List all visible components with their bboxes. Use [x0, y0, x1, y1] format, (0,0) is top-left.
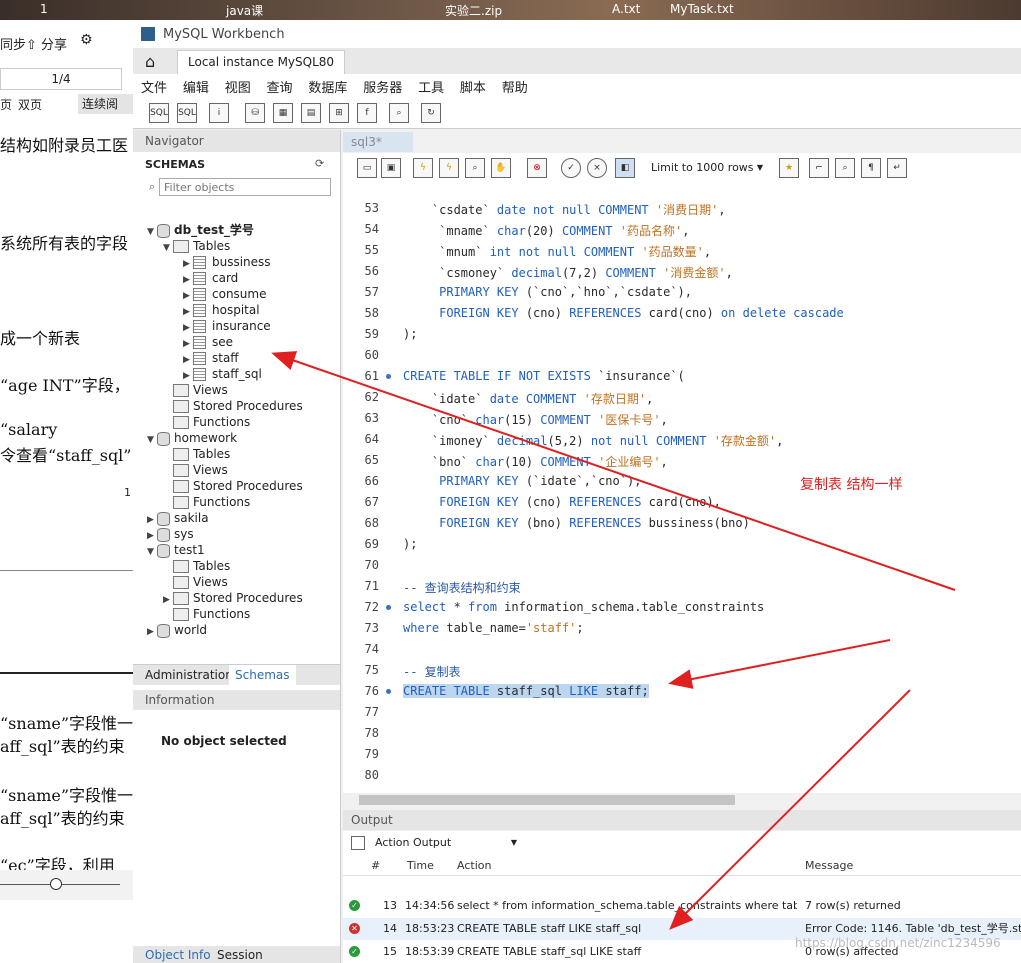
annotation-arrow: [271, 351, 956, 591]
annotation-arrow: [669, 689, 911, 930]
annotation-arrow: [668, 639, 891, 689]
annotation-text: 复制表 结构一样: [800, 477, 903, 493]
